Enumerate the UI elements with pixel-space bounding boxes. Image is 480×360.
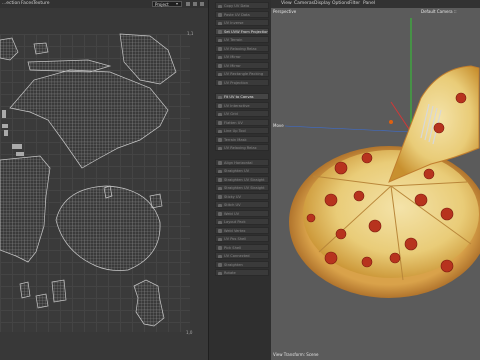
tool-item[interactable]: Layout Pack [215, 218, 269, 225]
selection-dot [389, 120, 393, 124]
uv-chip-1 [2, 124, 8, 128]
uv-shell-bottom-piece [133, 279, 165, 327]
tool-item[interactable]: UV Inverse [215, 19, 269, 26]
uv-shell-bottom-left-3 [35, 293, 49, 309]
tool-item[interactable]: Fit UV to Canvas [215, 93, 269, 100]
tool-item[interactable]: UV Grid [215, 110, 269, 117]
3d-viewport[interactable]: Perspective Default Camera :: Move View … [271, 8, 480, 360]
uv-shell-top-small [33, 42, 49, 55]
tool-item[interactable]: Set UVW From Projection [215, 27, 269, 35]
uv-shell-left-arm [0, 155, 51, 263]
tool-item[interactable]: UV Relaxing Relax [215, 144, 269, 151]
tool-item[interactable]: Paste UV Data [215, 10, 269, 18]
tool-item[interactable]: Pick Shell [215, 243, 269, 251]
tool-item[interactable]: Rotate [215, 269, 269, 276]
tool-item[interactable]: UV Connected [215, 252, 269, 259]
tool-item[interactable]: Terrain Mask [215, 135, 269, 143]
tool-item[interactable]: Stitch UV [215, 201, 269, 208]
tool-item[interactable]: UV Relaxing Relax [215, 44, 269, 52]
uv-corner-top-label: 1,1 [187, 31, 194, 36]
uv-shells [0, 33, 177, 327]
tool-item[interactable]: Straighten UV Straight [215, 175, 269, 183]
tool-item[interactable]: Line Up Tool [215, 127, 269, 134]
uv-shell-bottom-left-2 [51, 279, 67, 303]
tool-item[interactable]: Straighten UV Straight [215, 184, 269, 191]
tool-item[interactable]: Straighten UV [215, 167, 269, 174]
viewport-menu-display[interactable]: Display [314, 1, 331, 6]
tool-item[interactable]: Weld Vertex [215, 226, 269, 234]
uv-chip-2 [4, 130, 8, 136]
viewport-menu-bar: View Cameras Display Options Filter Pane… [271, 0, 480, 8]
tool-item[interactable]: Flatten UV [215, 118, 269, 126]
tool-item[interactable]: UV Pos Shell [215, 235, 269, 242]
tool-item[interactable]: Weld UV [215, 209, 269, 217]
viewport-menu-panel[interactable]: Panel [363, 1, 375, 6]
uv-chip-3 [12, 144, 22, 149]
tool-item[interactable]: UV Mirror [215, 61, 269, 69]
uv-tools-panel: Copy UV Data Paste UV Data UV Inverse Set U… [208, 0, 272, 360]
pizza-render [284, 18, 480, 298]
tool-item[interactable]: Sticky UV [215, 192, 269, 200]
uv-chip-4 [16, 152, 24, 156]
tool-item[interactable]: Straighten [215, 260, 269, 268]
tool-item[interactable]: UV Projection [215, 78, 269, 86]
viewport-menu-cameras[interactable]: Cameras [294, 1, 314, 6]
viewport-menu-filter[interactable]: Filter [349, 1, 360, 6]
uv-shell-big-circle [55, 185, 161, 271]
tool-item[interactable]: UV Mirror [215, 53, 269, 60]
uv-shell-small-right [149, 193, 163, 209]
uv-shell-top-right [119, 33, 177, 85]
viewport-menu-options[interactable]: Options [332, 1, 349, 6]
tool-item[interactable]: Copy UV Data [215, 2, 269, 9]
uv-corner-bottom-label: 1,0 [186, 330, 193, 335]
uv-shell-top-left [0, 37, 19, 61]
tool-item[interactable]: UV Terrain [215, 36, 269, 43]
tool-item[interactable]: UV Interactive [215, 101, 269, 109]
viewport-menu-view[interactable]: View [281, 1, 292, 6]
tool-item[interactable]: Align Horizontal [215, 158, 269, 166]
axis-z-line [284, 125, 412, 133]
uv-chip-5 [2, 110, 6, 118]
uv-shell-bottom-left-1 [19, 281, 31, 299]
uv-shell-big-fan [9, 69, 169, 169]
tool-item[interactable]: UV Rectangle Packing [215, 70, 269, 77]
axis-x-line [390, 101, 412, 133]
